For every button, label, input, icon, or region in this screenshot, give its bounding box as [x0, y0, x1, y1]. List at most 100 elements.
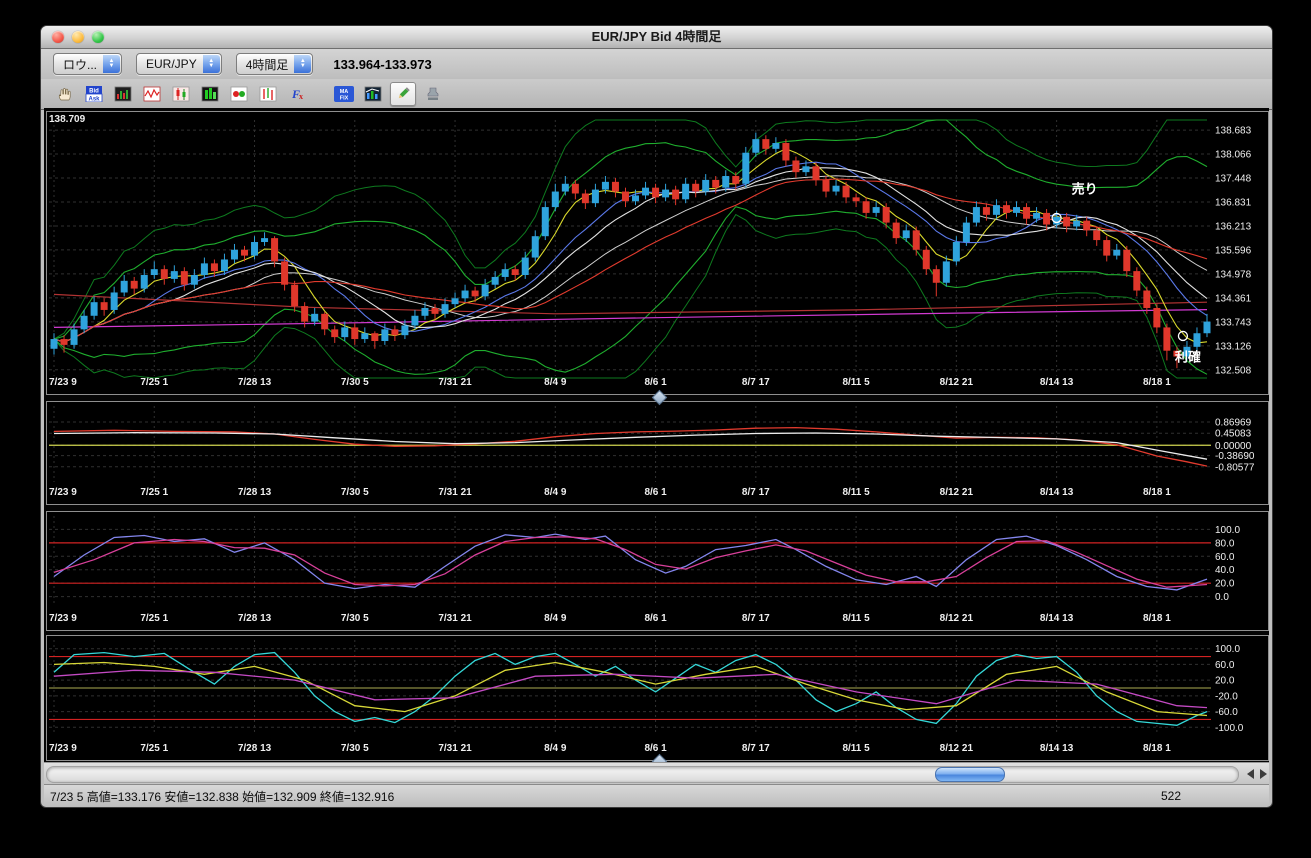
scrollbar-arrows — [1247, 769, 1267, 779]
svg-text:7/30 5: 7/30 5 — [341, 613, 369, 624]
minimize-button[interactable] — [72, 31, 84, 43]
price-chart[interactable]: 売り利確 138.709 138.683 138.066 137.448 136.831 1… — [47, 112, 1266, 392]
stamp-tool-button[interactable] — [421, 83, 445, 105]
window-title: EUR/JPY Bid 4時間足 — [591, 29, 722, 44]
oscillator-chart[interactable]: 100.0 60.0 20.0 -20.0 -60.0 -100.0 7/23 9 7/25 … — [47, 636, 1266, 758]
grid-chart-button[interactable] — [111, 83, 135, 105]
scrollbar-track[interactable] — [46, 765, 1239, 783]
svg-text:8/7 17: 8/7 17 — [742, 613, 770, 624]
svg-text:134.978: 134.978 — [1215, 269, 1252, 280]
icon-toolbar: Bid Ask F x MA FIX — [41, 79, 1272, 110]
svg-text:-0.80577: -0.80577 — [1215, 462, 1255, 473]
svg-text:8/11 5: 8/11 5 — [842, 377, 870, 388]
svg-text:7/30 5: 7/30 5 — [341, 743, 369, 754]
svg-text:8/18 1: 8/18 1 — [1143, 377, 1171, 388]
chart-area: 売り 利確 138.709 138.683 138.066 137.448 136.831 1… — [44, 108, 1269, 770]
scrollbar-thumb[interactable] — [935, 766, 1005, 782]
svg-text:7/30 5: 7/30 5 — [341, 377, 369, 388]
stochastics-indicator-panel[interactable]: 100.0 80.0 60.0 40.0 20.0 0.0 7/23 9 7/25 1 7/28… — [46, 511, 1269, 631]
svg-text:20.0: 20.0 — [1215, 579, 1235, 590]
status-bar-count: 522 — [1160, 789, 1181, 803]
bid-ask-toggle-button[interactable]: Bid Ask — [82, 83, 106, 105]
svg-text:-0.38690: -0.38690 — [1215, 451, 1255, 462]
svg-text:137.448: 137.448 — [1215, 174, 1252, 185]
scroll-right-arrow-icon[interactable] — [1260, 769, 1267, 779]
svg-text:8/18 1: 8/18 1 — [1143, 743, 1171, 754]
compare-charts-button[interactable] — [361, 83, 385, 105]
svg-text:7/28 13: 7/28 13 — [238, 613, 272, 624]
zoom-button[interactable] — [92, 31, 104, 43]
bid-ask-icon: Bid Ask — [85, 86, 103, 102]
svg-text:-60.0: -60.0 — [1215, 707, 1238, 718]
symbol-dropdown-label: EUR/JPY — [146, 57, 197, 71]
green-bars-button[interactable] — [198, 83, 222, 105]
chart-type-dropdown[interactable]: ロウ... ▲ ▼ — [53, 53, 123, 75]
svg-text:7/25 1: 7/25 1 — [140, 743, 168, 754]
svg-text:7/28 13: 7/28 13 — [238, 487, 272, 498]
matrix-icon: MA FIX — [334, 86, 354, 102]
close-button[interactable] — [52, 31, 64, 43]
wave-chart-icon — [143, 86, 161, 102]
svg-text:8/11 5: 8/11 5 — [842, 613, 870, 624]
svg-text:136.831: 136.831 — [1215, 197, 1252, 208]
timeframe-dropdown[interactable]: 4時間足 ▲ ▼ — [235, 53, 314, 75]
svg-text:Ask: Ask — [88, 97, 100, 103]
svg-text:8/14 13: 8/14 13 — [1040, 487, 1074, 498]
svg-text:20.0: 20.0 — [1215, 676, 1235, 687]
main-toolbar: ロウ... ▲ ▼ EUR/JPY ▲ ▼ 4時間足 ▲ ▼ 133.964-133.… — [41, 49, 1272, 79]
svg-text:135.596: 135.596 — [1215, 245, 1252, 256]
chart-type-dropdown-label: ロウ... — [63, 57, 98, 72]
svg-text:8/4 9: 8/4 9 — [544, 377, 567, 388]
status-bar: 7/23 5 高値=133.176 安値=132.838 始値=132.909 … — [44, 784, 1269, 807]
svg-text:8/6 1: 8/6 1 — [644, 377, 667, 388]
svg-text:売り: 売り — [1072, 181, 1098, 196]
chevron-updown-icon: ▲ ▼ — [202, 55, 220, 73]
svg-text:138.709: 138.709 — [49, 114, 86, 125]
green-bars-icon — [201, 86, 219, 102]
svg-text:8/7 17: 8/7 17 — [742, 743, 770, 754]
symbol-dropdown[interactable]: EUR/JPY ▲ ▼ — [136, 53, 222, 75]
svg-text:100.0: 100.0 — [1215, 525, 1240, 536]
pencil-icon — [398, 87, 410, 99]
wave-chart-button[interactable] — [140, 83, 164, 105]
macd-indicator-panel[interactable]: 0.86969 0.45083 0.00000 -0.38690 -0.80577 7/2… — [46, 401, 1269, 505]
svg-text:8/4 9: 8/4 9 — [544, 743, 567, 754]
svg-text:134.361: 134.361 — [1215, 293, 1252, 304]
desktop: EUR/JPY Bid 4時間足 ロウ... ▲ ▼ EUR/JPY ▲ ▼ 4時間… — [0, 0, 1311, 858]
red-green-dots-button[interactable] — [227, 83, 251, 105]
fx-tool-button[interactable]: F x — [285, 83, 309, 105]
macd-chart[interactable]: 0.869690.450830.00000-0.38690-0.805777/2… — [47, 402, 1266, 502]
svg-text:138.683: 138.683 — [1215, 126, 1252, 137]
draw-pencil-button[interactable] — [390, 82, 416, 106]
candle-chart-icon — [172, 86, 190, 102]
svg-text:FIX: FIX — [340, 96, 349, 102]
svg-text:x: x — [299, 92, 303, 101]
svg-text:60.0: 60.0 — [1215, 660, 1235, 671]
svg-text:8/18 1: 8/18 1 — [1143, 487, 1171, 498]
svg-text:0.0: 0.0 — [1215, 592, 1229, 603]
svg-text:132.508: 132.508 — [1215, 365, 1252, 376]
hand-tool-button[interactable] — [53, 83, 77, 105]
svg-text:8/14 13: 8/14 13 — [1040, 613, 1074, 624]
stochastics-chart[interactable]: 100.0 80.0 60.0 40.0 20.0 0.0 7/23 9 7/25 1 7/28… — [47, 512, 1266, 628]
svg-text:8/11 5: 8/11 5 — [842, 487, 870, 498]
ohlc-bars-button[interactable] — [256, 83, 280, 105]
svg-text:8/11 5: 8/11 5 — [842, 743, 870, 754]
svg-text:7/31 21: 7/31 21 — [438, 377, 472, 388]
scroll-left-arrow-icon[interactable] — [1247, 769, 1254, 779]
oscillator-indicator-panel[interactable]: 100.0 60.0 20.0 -20.0 -60.0 -100.0 7/23 9 7/25 … — [46, 635, 1269, 761]
svg-text:80.0: 80.0 — [1215, 538, 1235, 549]
title-bar[interactable]: EUR/JPY Bid 4時間足 — [41, 26, 1272, 49]
svg-text:7/28 13: 7/28 13 — [238, 377, 272, 388]
matrix-button[interactable]: MA FIX — [332, 83, 356, 105]
svg-text:MA: MA — [340, 89, 349, 95]
svg-text:7/30 5: 7/30 5 — [341, 487, 369, 498]
chevron-updown-icon: ▲ ▼ — [294, 55, 312, 73]
price-chart-panel[interactable]: 売り 利確 138.709 138.683 138.066 137.448 136.831 1… — [46, 111, 1269, 395]
svg-text:-20.0: -20.0 — [1215, 691, 1238, 702]
svg-text:7/25 1: 7/25 1 — [140, 487, 168, 498]
candle-chart-button[interactable] — [169, 83, 193, 105]
svg-text:133.126: 133.126 — [1215, 341, 1252, 352]
svg-text:7/31 21: 7/31 21 — [438, 487, 472, 498]
chevron-updown-icon: ▲ ▼ — [103, 55, 121, 73]
